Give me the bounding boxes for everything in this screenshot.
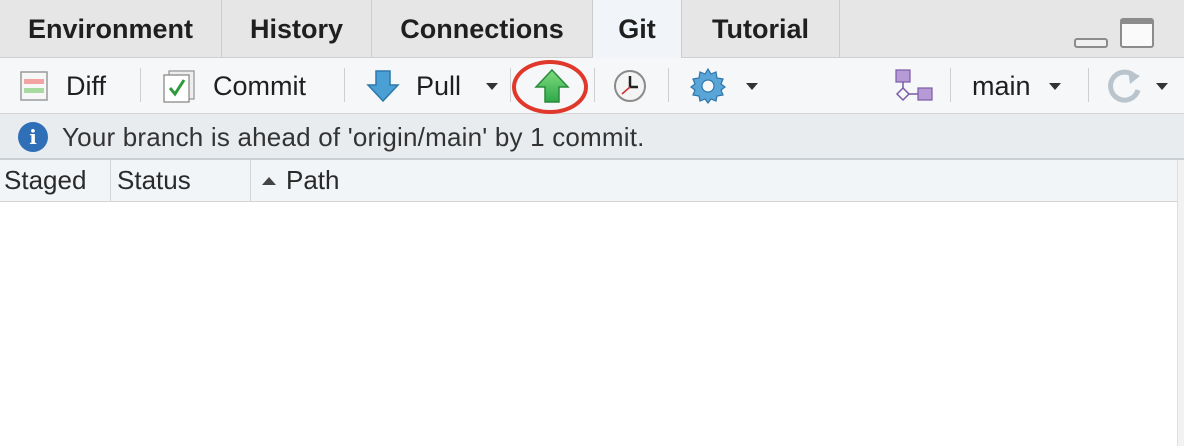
gear-icon	[690, 67, 726, 104]
status-info-bar: i Your branch is ahead of 'origin/main' …	[0, 114, 1184, 160]
pull-options-dropdown[interactable]	[486, 58, 498, 114]
tab-label: Tutorial	[712, 13, 809, 44]
push-arrow-icon	[534, 68, 570, 103]
pull-arrow-icon	[366, 70, 400, 103]
commit-button[interactable]: Commit	[162, 58, 306, 114]
toolbar-separator	[594, 68, 595, 102]
info-icon: i	[18, 122, 48, 152]
clock-icon	[614, 70, 646, 102]
git-toolbar: Diff Commit Pull main	[0, 58, 1184, 114]
minimize-icon	[1074, 38, 1108, 48]
commit-icon	[163, 70, 195, 103]
branches-button[interactable]	[894, 58, 934, 114]
refresh-button[interactable]	[1104, 58, 1168, 114]
toolbar-separator	[950, 68, 951, 102]
tab-environment[interactable]: Environment	[0, 0, 222, 58]
refresh-icon	[1108, 69, 1141, 103]
sort-ascending-icon	[262, 176, 276, 185]
tab-git[interactable]: Git	[592, 0, 682, 59]
column-divider[interactable]	[110, 160, 111, 201]
maximize-icon	[1120, 18, 1154, 48]
minimize-pane-button[interactable]	[1074, 34, 1110, 48]
diff-button[interactable]: Diff	[20, 58, 106, 114]
column-header-staged[interactable]: Staged	[4, 160, 110, 201]
toolbar-separator	[1088, 68, 1089, 102]
tab-label: History	[249, 13, 344, 44]
column-header-path[interactable]: Path	[262, 160, 562, 201]
current-branch-label: main	[972, 70, 1031, 101]
vertical-scrollbar[interactable]	[1177, 160, 1184, 446]
column-header-status[interactable]: Status	[117, 160, 249, 201]
column-label: Staged	[4, 165, 87, 195]
toolbar-separator	[510, 68, 511, 102]
push-button[interactable]	[534, 58, 570, 114]
diff-icon	[20, 71, 48, 101]
changes-table-header: Staged Status Path	[0, 160, 1184, 202]
chevron-down-icon	[1156, 82, 1168, 90]
pull-label: Pull	[416, 70, 462, 101]
chevron-down-icon	[1048, 82, 1061, 90]
column-divider[interactable]	[250, 160, 251, 201]
toolbar-separator	[140, 68, 141, 102]
branch-status-message: Your branch is ahead of 'origin/main' by…	[62, 122, 645, 152]
tab-connections[interactable]: Connections	[372, 0, 593, 58]
maximize-pane-button[interactable]	[1120, 18, 1156, 50]
toolbar-separator	[668, 68, 669, 102]
branch-selector[interactable]: main	[972, 58, 1061, 114]
tab-label: Environment	[27, 13, 194, 44]
branch-icon	[895, 69, 933, 102]
chevron-down-icon	[746, 82, 758, 90]
tab-label: Connections	[400, 13, 564, 44]
toolbar-separator	[344, 68, 345, 102]
commit-label: Commit	[213, 70, 306, 101]
column-label: Path	[286, 165, 340, 195]
tab-tutorial[interactable]: Tutorial	[682, 0, 840, 58]
pane-tab-bar: Environment History Connections Git Tuto…	[0, 0, 1184, 59]
more-button[interactable]	[688, 58, 758, 114]
pull-button[interactable]: Pull	[366, 58, 461, 114]
history-button[interactable]	[612, 58, 648, 114]
tab-history[interactable]: History	[222, 0, 372, 58]
column-label: Status	[117, 165, 191, 195]
tab-label: Git	[618, 14, 656, 44]
diff-label: Diff	[66, 70, 107, 101]
chevron-down-icon	[486, 82, 498, 90]
changes-table-body[interactable]	[0, 202, 1177, 446]
